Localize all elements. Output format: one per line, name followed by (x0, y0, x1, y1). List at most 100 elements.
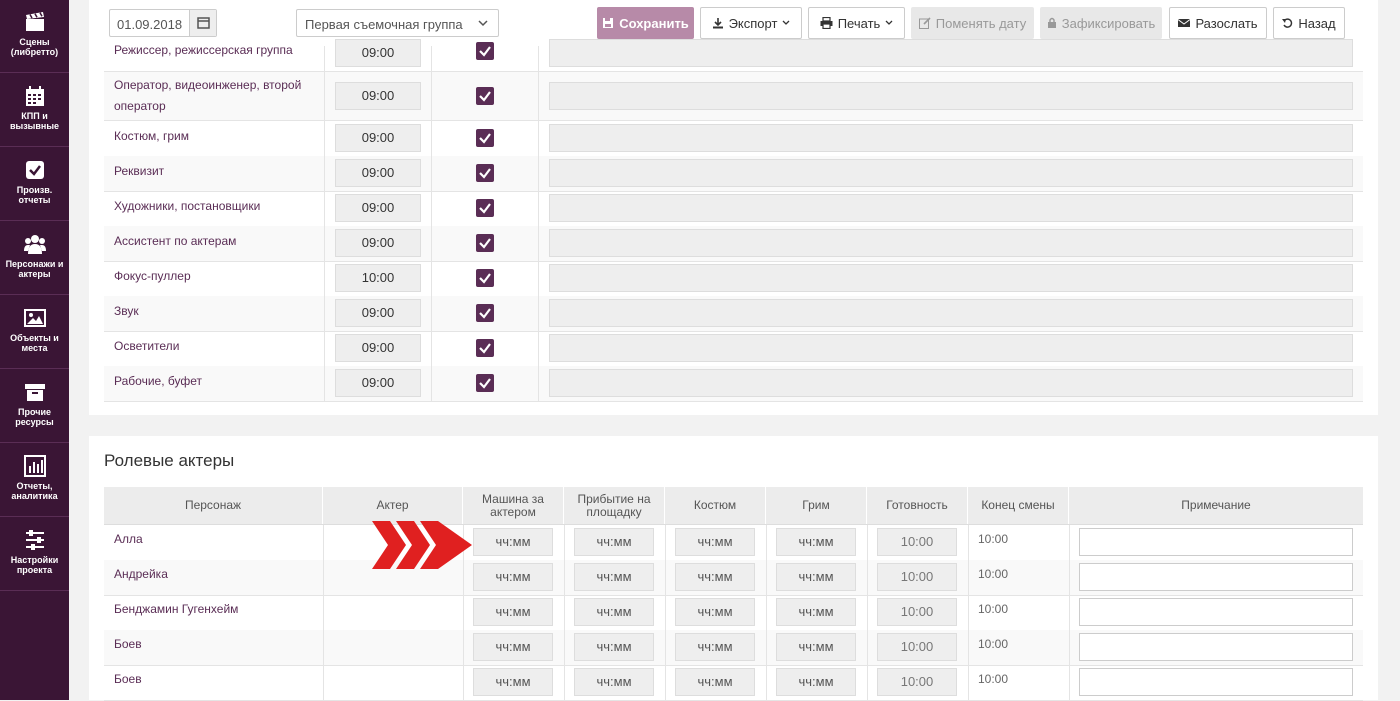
crew-checkbox[interactable] (476, 164, 494, 182)
export-button[interactable]: Экспорт (700, 7, 802, 39)
sidebar-item-label: Отчеты, (16, 481, 53, 491)
arrival-time-field[interactable]: чч:мм (574, 598, 654, 626)
sidebar-item-call-sheets[interactable]: КПП и вызывные (0, 74, 69, 147)
crew-checkbox[interactable] (476, 87, 494, 105)
crew-time[interactable]: 09:00 (335, 124, 421, 152)
crew-time[interactable]: 09:00 (335, 82, 421, 110)
lock-icon (1047, 17, 1056, 28)
crew-time[interactable]: 09:00 (335, 229, 421, 257)
car-time-field[interactable]: чч:мм (473, 668, 553, 696)
back-label: Назад (1298, 15, 1336, 31)
sidebar-item-settings[interactable]: Настройки проекта (0, 518, 69, 591)
date-field[interactable]: 01.09.2018 (109, 9, 217, 37)
crew-time[interactable]: 09:00 (335, 299, 421, 327)
crew-group-select[interactable]: Первая съемочная группа (296, 9, 499, 37)
crew-time[interactable]: 09:00 (335, 194, 421, 222)
crew-time[interactable]: 09:00 (335, 159, 421, 187)
crew-note[interactable] (549, 299, 1353, 327)
archive-icon (24, 384, 45, 401)
print-button[interactable]: Печать (808, 7, 905, 39)
costume-time-field[interactable]: чч:мм (675, 633, 755, 661)
car-time-field[interactable]: чч:мм (473, 528, 553, 556)
character-name: Андрейка (114, 567, 168, 581)
crew-note[interactable] (549, 194, 1353, 222)
crew-row: Оператор, видеоинженер, второй оператор … (104, 72, 1363, 121)
remark-field[interactable] (1079, 563, 1353, 591)
header-end: Конец смены (968, 487, 1069, 524)
sidebar-item-characters[interactable]: Персонажи и актеры (0, 222, 69, 295)
arrival-time-field[interactable]: чч:мм (574, 668, 654, 696)
car-time-field[interactable]: чч:мм (473, 598, 553, 626)
save-button[interactable]: Сохранить (597, 7, 694, 39)
crew-name: Костюм, грим (114, 129, 189, 143)
remark-field[interactable] (1079, 598, 1353, 626)
crew-name: Фокус-пуллер (114, 269, 191, 283)
column-divider (564, 525, 565, 700)
makeup-time-field[interactable]: чч:мм (776, 563, 856, 591)
fix-label: Зафиксировать (1061, 15, 1156, 31)
remark-field[interactable] (1079, 668, 1353, 696)
crew-checkbox[interactable] (476, 129, 494, 147)
costume-time-field[interactable]: чч:мм (675, 528, 755, 556)
crew-checkbox[interactable] (476, 42, 494, 60)
arrival-time-field[interactable]: чч:мм (574, 528, 654, 556)
sidebar-item-locations[interactable]: Объекты и места (0, 296, 69, 369)
sidebar-item-label: (либретто) (10, 47, 59, 57)
makeup-time-field[interactable]: чч:мм (776, 528, 856, 556)
sidebar-item-label: актеры (18, 269, 51, 279)
back-button[interactable]: Назад (1273, 7, 1345, 39)
crew-row: Осветители 09:00 (104, 331, 1363, 367)
remark-field[interactable] (1079, 633, 1353, 661)
calendar-button[interactable] (189, 10, 216, 36)
crew-checkbox[interactable] (476, 339, 494, 357)
arrival-time-field[interactable]: чч:мм (574, 633, 654, 661)
crew-time[interactable]: 09:00 (335, 334, 421, 362)
costume-time-field[interactable]: чч:мм (675, 563, 755, 591)
car-time-field[interactable]: чч:мм (473, 633, 553, 661)
check-icon (479, 46, 491, 57)
car-time-field[interactable]: чч:мм (473, 563, 553, 591)
crew-note[interactable] (549, 369, 1353, 397)
column-divider (323, 525, 324, 700)
crew-time[interactable]: 09:00 (335, 369, 421, 397)
crew-note[interactable] (549, 124, 1353, 152)
arrival-time-field[interactable]: чч:мм (574, 563, 654, 591)
change-date-button[interactable]: Поменять дату (911, 7, 1034, 39)
sidebar-item-scenes[interactable]: Сцены (либретто) (0, 0, 69, 73)
check-icon (479, 378, 491, 389)
red-arrows-icon (372, 521, 472, 569)
crew-note[interactable] (549, 334, 1353, 362)
sidebar-item-label: КПП и (21, 111, 48, 121)
send-button[interactable]: Разослать (1169, 7, 1267, 39)
crew-note[interactable] (549, 229, 1353, 257)
crew-time[interactable]: 09:00 (335, 39, 421, 67)
check-icon (479, 273, 491, 284)
crew-note[interactable] (549, 39, 1353, 67)
crew-note[interactable] (549, 264, 1353, 292)
makeup-time-field[interactable]: чч:мм (776, 668, 856, 696)
fix-button[interactable]: Зафиксировать (1040, 7, 1162, 39)
table-row: Алла чч:мм чч:мм чч:мм чч:мм 10:00 10:00 (104, 525, 1363, 561)
makeup-time-field[interactable]: чч:мм (776, 598, 856, 626)
crew-checkbox[interactable] (476, 374, 494, 392)
crew-note[interactable] (549, 82, 1353, 110)
actors-panel: Ролевые актеры Персонаж Актер Машина за … (89, 436, 1378, 701)
crew-note[interactable] (549, 159, 1353, 187)
crew-checkbox[interactable] (476, 269, 494, 287)
shift-end: 10:00 (978, 567, 1009, 581)
crew-checkbox[interactable] (476, 304, 494, 322)
crew-checkbox[interactable] (476, 199, 494, 217)
crew-checkbox[interactable] (476, 234, 494, 252)
costume-time-field[interactable]: чч:мм (675, 598, 755, 626)
makeup-time-field[interactable]: чч:мм (776, 633, 856, 661)
costume-time-field[interactable]: чч:мм (675, 668, 755, 696)
ready-time-field: 10:00 (877, 528, 957, 556)
sidebar-item-reports[interactable]: Произв. отчеты (0, 148, 69, 221)
sidebar-item-resources[interactable]: Прочие ресурсы (0, 370, 69, 443)
crew-row: Реквизит 09:00 (104, 156, 1363, 192)
remark-field[interactable] (1079, 528, 1353, 556)
crew-time[interactable]: 10:00 (335, 264, 421, 292)
sidebar-item-analytics[interactable]: Отчеты, аналитика (0, 444, 69, 517)
header-character: Персонаж (104, 487, 323, 524)
check-icon (479, 343, 491, 354)
